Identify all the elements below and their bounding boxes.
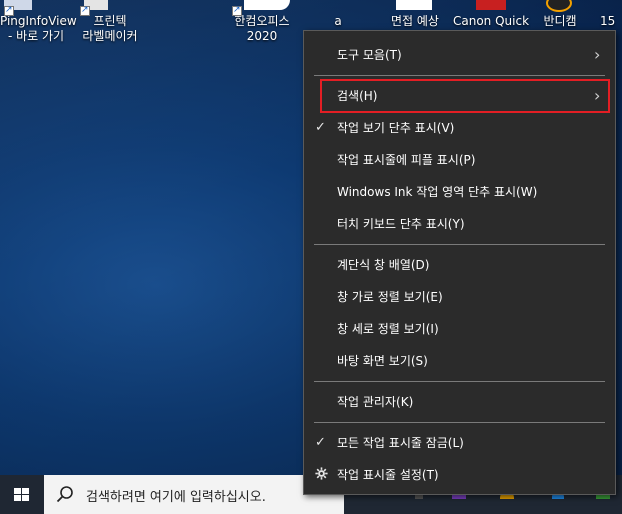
app-icon xyxy=(224,0,300,18)
checkmark-icon: ✓ xyxy=(315,435,326,450)
menu-item-toolbars[interactable]: 도구 모음(T) › xyxy=(304,40,615,70)
menu-item-taskbar-settings[interactable]: 작업 표시줄 설정(T) xyxy=(304,460,615,490)
taskbar-context-menu: 도구 모음(T) › 검색(H) › ✓ 작업 보기 단추 표시(V) 작업 표… xyxy=(303,30,616,495)
app-icon xyxy=(74,0,146,18)
desktop-icon-label: - 바로 가기 xyxy=(7,29,65,43)
app-icon xyxy=(384,0,446,14)
search-box[interactable]: 검색하려면 여기에 입력하십시오. xyxy=(44,475,344,514)
desktop-icon-label: a xyxy=(334,14,342,28)
search-icon xyxy=(56,485,74,507)
desktop-icon-canon-quick[interactable]: Canon Quick xyxy=(452,0,530,29)
start-button[interactable] xyxy=(0,475,44,514)
menu-item-label: 계단식 창 배열(D) xyxy=(337,258,430,272)
menu-item-cascade-windows[interactable]: 계단식 창 배열(D) xyxy=(304,250,615,280)
desktop-icon-interview[interactable]: 면접 예상 xyxy=(384,0,446,29)
menu-item-label: 도구 모음(T) xyxy=(337,48,402,62)
menu-separator xyxy=(314,381,605,382)
app-icon xyxy=(0,0,72,18)
menu-item-show-people[interactable]: 작업 표시줄에 피플 표시(P) xyxy=(304,145,615,175)
desktop-icon-label: Canon Quick xyxy=(452,14,530,28)
menu-item-label: 창 세로 정렬 보기(I) xyxy=(337,322,439,336)
desktop-icon-printec[interactable]: 프린텍 라벨메이커 xyxy=(74,0,146,44)
menu-separator xyxy=(314,422,605,423)
desktop-icon-hancom-office[interactable]: 한컴오피스 2020 xyxy=(224,0,300,44)
desktop-icon-pinginfoview[interactable]: PingInfoView - 바로 가기 xyxy=(0,0,77,44)
menu-item-label: 모든 작업 표시줄 잠금(L) xyxy=(337,436,464,450)
app-icon xyxy=(318,0,358,14)
desktop-icon-a[interactable]: a xyxy=(318,0,358,29)
app-icon xyxy=(600,0,622,14)
menu-item-side-by-side-windows[interactable]: 창 세로 정렬 보기(I) xyxy=(304,314,615,344)
menu-item-label: 작업 표시줄에 피플 표시(P) xyxy=(337,153,476,167)
checkmark-icon: ✓ xyxy=(315,120,326,135)
menu-item-show-touch-keyboard[interactable]: 터치 키보드 단추 표시(Y) xyxy=(304,209,615,239)
menu-item-task-manager[interactable]: 작업 관리자(K) xyxy=(304,387,615,417)
search-placeholder: 검색하려면 여기에 입력하십시오. xyxy=(86,490,266,505)
menu-item-label: 창 가로 정렬 보기(E) xyxy=(337,290,443,304)
chevron-right-icon: › xyxy=(594,45,601,64)
desktop-icon-label: 반디캠 xyxy=(543,14,577,28)
shortcut-arrow-icon xyxy=(80,3,90,18)
menu-separator xyxy=(314,244,605,245)
desktop-icon-15[interactable]: 15 xyxy=(600,0,622,29)
menu-item-label: 작업 표시줄 설정(T) xyxy=(337,468,439,482)
desktop-icon-label: 15 xyxy=(600,14,616,28)
menu-separator xyxy=(314,75,605,76)
desktop-icon-label: 면접 예상 xyxy=(391,14,439,28)
menu-item-show-desktop[interactable]: 바탕 화면 보기(S) xyxy=(304,346,615,376)
gear-icon xyxy=(315,460,328,490)
menu-item-label: 작업 관리자(K) xyxy=(337,395,414,409)
menu-item-label: 터치 키보드 단추 표시(Y) xyxy=(337,217,465,231)
app-icon xyxy=(452,0,530,14)
menu-item-stack-windows[interactable]: 창 가로 정렬 보기(E) xyxy=(304,282,615,312)
red-highlight-box xyxy=(320,79,610,113)
desktop-icon-label: 라벨메이커 xyxy=(82,29,138,43)
menu-item-show-windows-ink[interactable]: Windows Ink 작업 영역 단추 표시(W) xyxy=(304,177,615,207)
menu-item-show-task-view-button[interactable]: ✓ 작업 보기 단추 표시(V) xyxy=(304,113,615,143)
menu-item-lock-taskbar[interactable]: ✓ 모든 작업 표시줄 잠금(L) xyxy=(304,428,615,458)
windows-logo-icon xyxy=(14,488,29,502)
menu-item-label: 작업 보기 단추 표시(V) xyxy=(337,121,455,135)
shortcut-arrow-icon xyxy=(232,3,242,18)
shortcut-arrow-icon xyxy=(4,3,14,18)
desktop-icon-label: 2020 xyxy=(246,29,278,43)
menu-item-label: Windows Ink 작업 영역 단추 표시(W) xyxy=(337,185,538,199)
app-icon xyxy=(532,0,588,14)
menu-item-label: 바탕 화면 보기(S) xyxy=(337,354,428,368)
desktop-icon-bandicam[interactable]: 반디캠 xyxy=(532,0,588,29)
